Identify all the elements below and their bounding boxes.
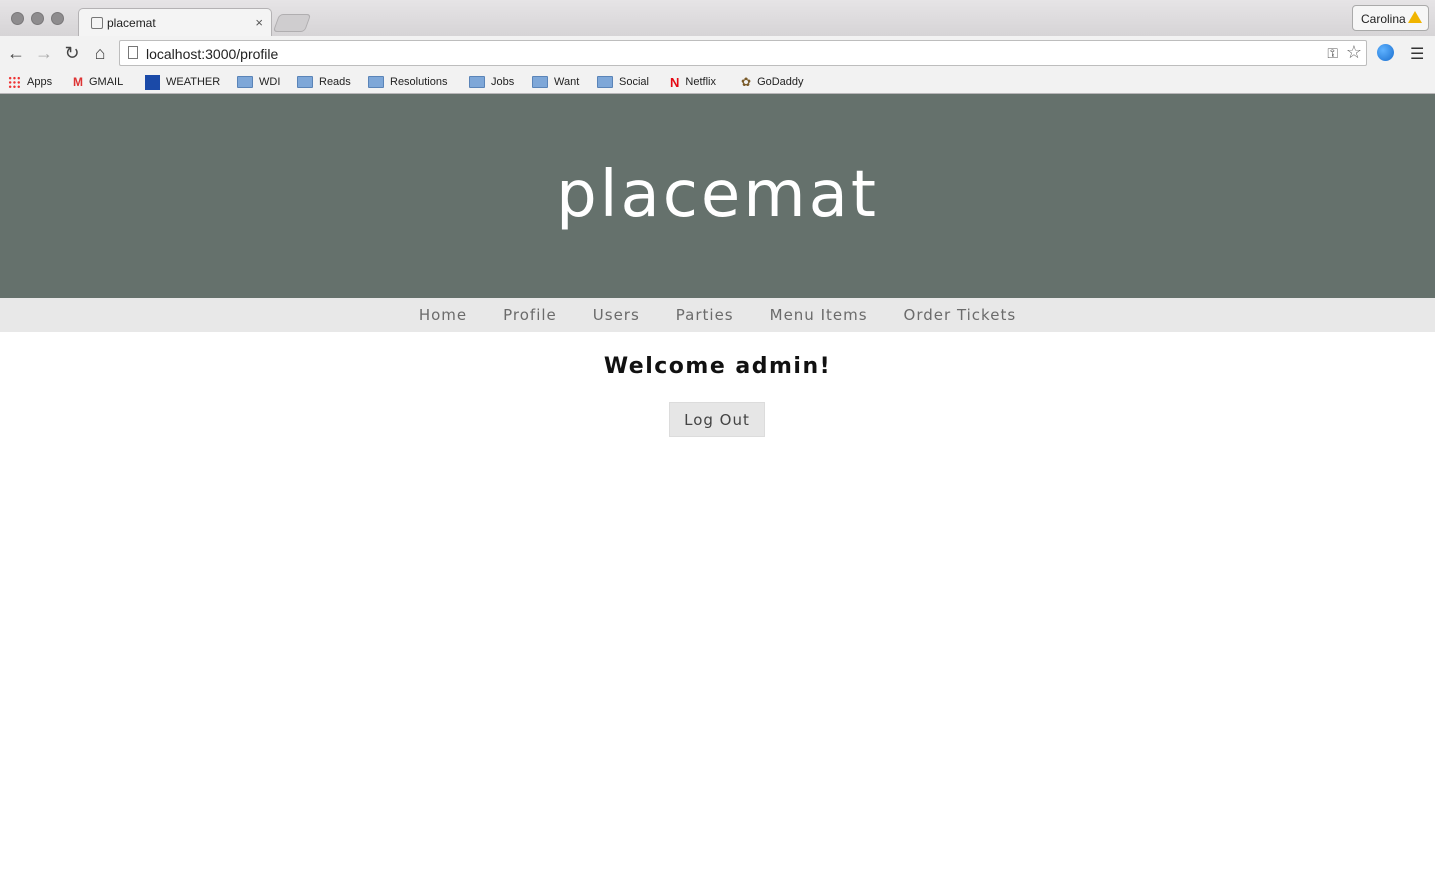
browser-toolbar: ← → ↻ ⌂ localhost:3000/profile ⚿ ☆ ☰ xyxy=(0,36,1435,70)
bookmark-gmail[interactable]: M GMAIL xyxy=(73,73,123,91)
bookmark-want[interactable]: Want xyxy=(532,73,579,91)
nav-users[interactable]: Users xyxy=(575,306,658,324)
bookmark-jobs[interactable]: Jobs xyxy=(469,73,514,91)
zoom-window-button[interactable] xyxy=(51,12,64,25)
bookmark-apps[interactable]: Apps xyxy=(8,73,52,91)
netflix-icon: N xyxy=(670,74,680,90)
site-header: placemat xyxy=(0,94,1435,298)
folder-icon xyxy=(297,76,313,88)
home-icon[interactable]: ⌂ xyxy=(89,42,111,64)
extension-globe-icon[interactable] xyxy=(1377,44,1394,61)
url-text: localhost:3000/profile xyxy=(146,46,279,62)
apps-icon xyxy=(8,75,21,89)
bookmark-weather[interactable]: WEATHER xyxy=(145,73,220,91)
bookmark-wdi[interactable]: WDI xyxy=(237,73,280,91)
minimize-window-button[interactable] xyxy=(31,12,44,25)
menu-icon[interactable]: ☰ xyxy=(1410,44,1424,64)
bookmark-star-icon[interactable]: ☆ xyxy=(1346,42,1362,63)
bookmark-reads[interactable]: Reads xyxy=(297,73,351,91)
folder-icon xyxy=(532,76,548,88)
folder-icon xyxy=(597,76,613,88)
profile-button[interactable]: Carolina xyxy=(1352,5,1429,31)
title-bar: placemat × Carolina xyxy=(0,0,1435,37)
tab-close-icon[interactable]: × xyxy=(255,15,263,30)
page-icon xyxy=(128,46,138,59)
close-window-button[interactable] xyxy=(11,12,24,25)
site-nav: Home Profile Users Parties Menu Items Or… xyxy=(0,298,1435,332)
tab-title: placemat xyxy=(107,16,156,30)
folder-icon xyxy=(368,76,384,88)
folder-icon xyxy=(469,76,485,88)
folder-icon xyxy=(237,76,253,88)
reload-icon[interactable]: ↻ xyxy=(61,42,83,64)
key-icon[interactable]: ⚿ xyxy=(1327,45,1338,62)
log-out-button[interactable]: Log Out xyxy=(669,402,765,437)
warning-icon xyxy=(1408,11,1422,23)
address-bar[interactable]: localhost:3000/profile ⚿ ☆ xyxy=(119,40,1367,66)
nav-menu-items[interactable]: Menu Items xyxy=(752,306,886,324)
browser-tab[interactable]: placemat × xyxy=(78,8,272,37)
back-icon[interactable]: ← xyxy=(5,42,27,64)
nav-profile[interactable]: Profile xyxy=(485,306,575,324)
forward-icon[interactable]: → xyxy=(33,42,55,64)
page-favicon-icon xyxy=(91,17,103,29)
bookmark-netflix[interactable]: N Netflix xyxy=(670,73,716,91)
new-tab-button[interactable] xyxy=(272,14,312,32)
godaddy-icon: ✿ xyxy=(741,75,752,89)
weather-icon xyxy=(145,74,160,90)
site-logo: placemat xyxy=(556,158,879,232)
bookmarks-bar: Apps M GMAIL WEATHER WDI Reads Resolutio… xyxy=(0,70,1435,93)
profile-name: Carolina xyxy=(1361,12,1406,26)
bookmark-social[interactable]: Social xyxy=(597,73,649,91)
bookmark-godaddy[interactable]: ✿ GoDaddy xyxy=(741,73,804,91)
bookmark-resolutions[interactable]: Resolutions xyxy=(368,73,447,91)
browser-chrome: placemat × Carolina ← → ↻ ⌂ localhost:30… xyxy=(0,0,1435,94)
nav-home[interactable]: Home xyxy=(401,306,485,324)
nav-order-tickets[interactable]: Order Tickets xyxy=(886,306,1035,324)
welcome-message: Welcome admin! xyxy=(603,354,832,379)
nav-parties[interactable]: Parties xyxy=(658,306,752,324)
gmail-icon: M xyxy=(73,75,83,89)
